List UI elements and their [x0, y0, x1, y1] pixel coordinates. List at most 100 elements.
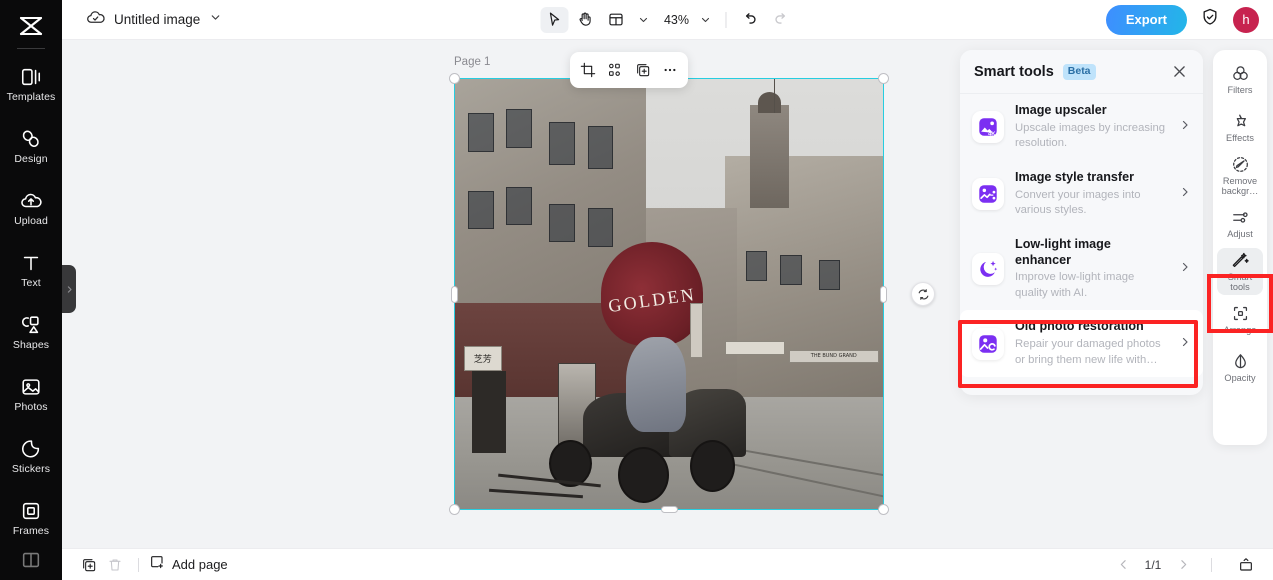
- smart-tools-header: Smart tools Beta: [960, 50, 1203, 94]
- rail-label: Opacity: [1224, 372, 1256, 383]
- right-tool-rail: Filters Effects Remove backgr… Adjust Sm…: [1213, 50, 1267, 445]
- image-golden-sign: GOLDEN: [600, 242, 704, 346]
- export-button[interactable]: Export: [1105, 4, 1187, 35]
- tool-desc: Improve low-light image quality with AI.: [1015, 271, 1135, 299]
- image-window: [506, 109, 533, 148]
- sidebar-label: Text: [21, 276, 41, 289]
- tool-name: Image upscaler: [1015, 103, 1107, 117]
- rail-item-remove-background[interactable]: Remove backgr…: [1217, 152, 1263, 199]
- text-icon: [20, 252, 42, 274]
- capcut-logo-icon[interactable]: [0, 6, 62, 46]
- canvas-image[interactable]: GOLDEN 芝芳 THE BUND GRAND: [455, 79, 883, 509]
- sidebar-item-text[interactable]: Text: [0, 239, 62, 301]
- rotate-handle[interactable]: [911, 282, 935, 306]
- sidebar-item-photos[interactable]: Photos: [0, 363, 62, 425]
- redo-button[interactable]: [767, 7, 795, 33]
- sidebar-item-shapes[interactable]: Shapes: [0, 301, 62, 363]
- image-clock-tower: [750, 104, 789, 208]
- resize-handle-bottom-left[interactable]: [449, 504, 460, 515]
- image-mast: [773, 79, 776, 114]
- avatar[interactable]: h: [1233, 6, 1259, 33]
- design-icon: [20, 128, 42, 150]
- sidebar-collapse-handle[interactable]: [62, 265, 76, 313]
- tool-image-upscaler[interactable]: 4K Image upscaler Upscale images by incr…: [960, 94, 1203, 161]
- close-icon[interactable]: [1171, 63, 1189, 81]
- resize-handle-bottom-right[interactable]: [878, 504, 889, 515]
- smart-tools-panel: Smart tools Beta 4K Image upscaler Upsca…: [960, 50, 1203, 395]
- resize-handle-bottom[interactable]: [660, 506, 678, 513]
- image-person: [626, 337, 687, 432]
- shield-check-icon[interactable]: [1200, 7, 1220, 32]
- flip-button[interactable]: [603, 57, 627, 83]
- image-window: [780, 255, 802, 286]
- resize-handle-left[interactable]: [451, 285, 458, 303]
- crop-button[interactable]: [576, 57, 600, 83]
- zoom-chevron-down-icon[interactable]: [695, 7, 715, 33]
- sidebar-item-stickers[interactable]: Stickers: [0, 425, 62, 487]
- document-title-group[interactable]: Untitled image: [62, 8, 222, 32]
- duplicate-button[interactable]: [631, 57, 655, 83]
- rail-item-effects[interactable]: Effects: [1217, 104, 1263, 151]
- sidebar-item-upload[interactable]: Upload: [0, 177, 62, 239]
- chevron-down-icon[interactable]: [209, 11, 222, 29]
- rail-item-smart-tools[interactable]: Smart tools: [1217, 248, 1263, 295]
- shapes-icon: [20, 314, 42, 336]
- frames-icon: [20, 500, 42, 522]
- sidebar-label: Frames: [12, 524, 50, 537]
- logo-divider: [17, 48, 45, 49]
- layout-chevron-down-icon[interactable]: [633, 7, 653, 33]
- image-tower-dome: [758, 91, 782, 114]
- delete-page-button[interactable]: [102, 553, 128, 577]
- sidebar-item-templates[interactable]: Templates: [0, 53, 62, 115]
- left-sidebar: Templates Design Upload Text Shapes Phot…: [0, 0, 62, 580]
- rail-label: Filters: [1227, 84, 1253, 95]
- tool-desc: Upscale images by increasing resolution.: [1015, 121, 1166, 150]
- zoom-level[interactable]: 43%: [656, 13, 692, 27]
- present-button[interactable]: [1233, 553, 1259, 577]
- top-toolbar: Untitled image 43% Export h: [62, 0, 1273, 40]
- bottombar-divider: [138, 557, 139, 572]
- image-bund-banner: THE BUND GRAND: [788, 349, 879, 363]
- undo-button[interactable]: [736, 7, 764, 33]
- duplicate-page-button[interactable]: [76, 553, 102, 577]
- topbar-right-group: Export h: [1105, 4, 1259, 35]
- tool-text: Image upscaler Upscale images by increas…: [1015, 103, 1168, 152]
- tool-text: Low-light image enhancer Improve low-lig…: [1015, 237, 1168, 302]
- sidebar-item-design[interactable]: Design: [0, 115, 62, 177]
- layout-grid-tool[interactable]: [602, 7, 630, 33]
- resize-handle-top-left[interactable]: [449, 73, 460, 84]
- rail-item-opacity[interactable]: Opacity: [1217, 344, 1263, 391]
- selected-image-frame[interactable]: GOLDEN 芝芳 THE BUND GRAND: [449, 73, 935, 515]
- chevron-right-icon[interactable]: [1176, 558, 1190, 572]
- sidebar-item-frames[interactable]: Frames: [0, 487, 62, 549]
- photo-restore-icon: [972, 327, 1004, 360]
- style-transfer-icon: [972, 178, 1004, 211]
- resize-handle-right[interactable]: [880, 285, 887, 303]
- rail-item-adjust[interactable]: Adjust: [1217, 200, 1263, 247]
- tool-low-light-enhancer[interactable]: Low-light image enhancer Improve low-lig…: [960, 228, 1203, 311]
- rail-item-arrange[interactable]: Arrange: [1217, 296, 1263, 343]
- more-options-button[interactable]: [658, 57, 682, 83]
- add-page-label: Add page: [172, 557, 228, 572]
- resize-handle-top-right[interactable]: [878, 73, 889, 84]
- tool-image-style-transfer[interactable]: Image style transfer Convert your images…: [960, 161, 1203, 228]
- image-window: [467, 190, 494, 230]
- sidebar-item-more[interactable]: [0, 549, 62, 579]
- svg-text:4K: 4K: [988, 132, 996, 138]
- sidebar-label: Photos: [14, 400, 48, 413]
- image-window: [549, 122, 575, 165]
- image-rickshaw-wheel: [617, 446, 669, 503]
- add-page-button[interactable]: Add page: [149, 554, 228, 575]
- image-vertical-sign: [690, 302, 704, 359]
- hand-pan-tool[interactable]: [571, 7, 599, 33]
- document-title[interactable]: Untitled image: [114, 12, 200, 27]
- moon-stars-icon: [972, 253, 1004, 286]
- cursor-select-tool[interactable]: [539, 6, 568, 33]
- tool-name: Low-light image enhancer: [1015, 236, 1111, 267]
- chevron-left-icon[interactable]: [1116, 558, 1130, 572]
- upscaler-4k-icon: 4K: [972, 111, 1004, 144]
- rail-label: Smart tools: [1227, 271, 1253, 292]
- page-navigation: 1/1: [1116, 553, 1259, 577]
- tool-old-photo-restoration[interactable]: Old photo restoration Repair your damage…: [960, 310, 1203, 378]
- rail-item-filters[interactable]: Filters: [1217, 56, 1263, 103]
